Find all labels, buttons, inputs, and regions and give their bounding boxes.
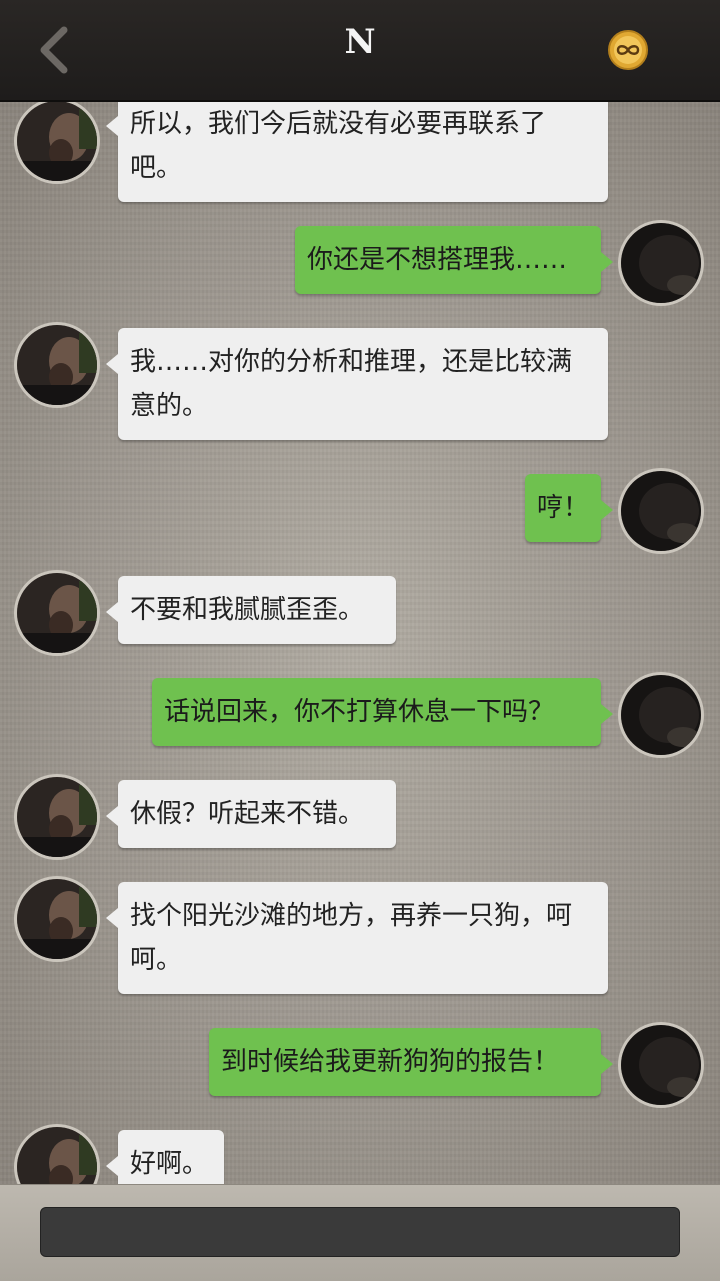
avatar-left[interactable] (14, 322, 100, 408)
message-bubble-left: 我……对你的分析和推理，还是比较满意的。 (106, 328, 608, 440)
avatar-right[interactable] (618, 220, 704, 306)
message-bubble-left: 休假？听起来不错。 (106, 780, 396, 848)
title-bar: N (0, 0, 720, 102)
message-input[interactable] (40, 1207, 680, 1257)
message-bubble-left: 不要和我腻腻歪歪。 (106, 576, 396, 644)
avatar-left[interactable] (14, 1124, 100, 1184)
avatar-right[interactable] (618, 468, 704, 554)
avatar-left[interactable] (14, 570, 100, 656)
message-bubble-right: 话说回来，你不打算休息一下吗？ (152, 678, 613, 746)
avatar-left[interactable] (14, 774, 100, 860)
message-bubble-left: 找个阳光沙滩的地方，再养一只狗，呵呵。 (106, 882, 608, 994)
message-bubble-left: 所以，我们今后就没有必要再联系了吧。 (106, 100, 608, 202)
avatar-left[interactable] (14, 100, 100, 184)
chat-area[interactable]: 所以，我们今后就没有必要再联系了吧。 你还是不想搭理我…… 我……对你的分析和推… (0, 100, 720, 1184)
infinity-coin-icon (608, 30, 648, 70)
message-bubble-right: 你还是不想搭理我…… (295, 226, 613, 294)
infinity-coin-button[interactable] (606, 28, 650, 72)
avatar-right[interactable] (618, 672, 704, 758)
message-bubble-right: 到时候给我更新狗狗的报告！ (209, 1028, 613, 1096)
input-bar (0, 1184, 720, 1281)
message-bubble-left: 好啊。 (106, 1130, 224, 1184)
message-bubble-right: 哼！ (525, 474, 613, 542)
avatar-left[interactable] (14, 876, 100, 962)
avatar-right[interactable] (618, 1022, 704, 1108)
